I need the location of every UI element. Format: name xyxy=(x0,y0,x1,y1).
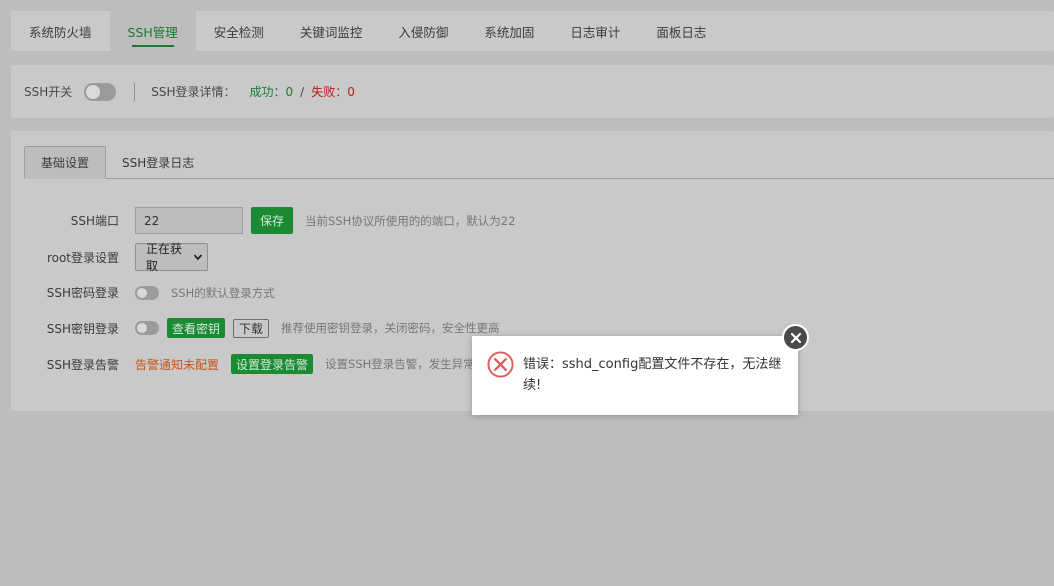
password-login-row: SSH密码登录 SSH的默认登录方式 xyxy=(11,284,275,301)
tab-ssh-management[interactable]: SSH管理 xyxy=(109,11,196,51)
ssh-port-label: SSH端口 xyxy=(70,214,119,228)
login-count-separator: / xyxy=(300,84,305,99)
tab-log-audit[interactable]: 日志审计 xyxy=(552,11,638,51)
key-login-label: SSH密钥登录 xyxy=(46,321,119,336)
subtab-basic-settings[interactable]: 基础设置 xyxy=(24,146,107,179)
ssh-port-row: SSH端口 22 保存 当前SSH协议所使用的的端口，默认为22 xyxy=(11,207,515,234)
top-nav: 系统防火墙 SSH管理 安全检测 关键词监控 入侵防御 系统加固 日志审计 面板… xyxy=(11,11,1054,51)
save-button[interactable]: 保存 xyxy=(251,207,294,234)
ssh-switch-toggle[interactable] xyxy=(84,82,117,101)
set-login-alert-button[interactable]: 设置登录告警 xyxy=(231,354,314,374)
download-key-button[interactable]: 下载 xyxy=(233,318,270,338)
key-login-hint: 推荐使用密钥登录，关闭密码，安全性更高 xyxy=(281,321,500,335)
login-alert-label: SSH登录告警 xyxy=(46,357,119,372)
ssh-switch-label: SSH开关 xyxy=(24,85,73,99)
error-dialog: 错误：sshd_config配置文件不存在，无法继续! xyxy=(472,336,798,415)
tab-intrusion-prevention[interactable]: 入侵防御 xyxy=(380,11,466,51)
tab-security-check[interactable]: 安全检测 xyxy=(196,11,282,51)
settings-subtabs: 基础设置 SSH登录日志 xyxy=(24,146,1054,179)
error-icon xyxy=(487,351,514,378)
login-success-count: 成功：0 xyxy=(249,85,294,99)
password-login-toggle[interactable] xyxy=(135,285,159,300)
divider xyxy=(134,82,136,101)
password-login-label: SSH密码登录 xyxy=(46,286,119,300)
close-icon[interactable] xyxy=(782,324,809,351)
chevron-down-icon xyxy=(193,254,203,261)
ssh-port-hint: 当前SSH协议所使用的的端口，默认为22 xyxy=(305,213,516,228)
tab-firewall[interactable]: 系统防火墙 xyxy=(11,11,110,51)
root-login-row: root登录设置 正在获取 xyxy=(11,242,208,273)
ssh-port-input[interactable]: 22 xyxy=(135,207,243,234)
ssh-status-bar: SSH开关 SSH登录详情： 成功：0 / 失败：0 xyxy=(11,65,1054,118)
tab-system-hardening[interactable]: 系统加固 xyxy=(466,11,552,51)
root-login-label: root登录设置 xyxy=(46,250,119,265)
subtab-ssh-login-log[interactable]: SSH登录日志 xyxy=(106,146,210,178)
key-login-row: SSH密钥登录 查看密钥 下载 推荐使用密钥登录，关闭密码，安全性更高 xyxy=(11,318,500,338)
tab-panel-log[interactable]: 面板日志 xyxy=(638,11,724,51)
tab-keyword-monitor[interactable]: 关键词监控 xyxy=(282,11,381,51)
login-fail-count: 失败：0 xyxy=(311,85,355,99)
error-message: 错误：sshd_config配置文件不存在，无法继续! xyxy=(523,357,782,393)
alert-status-text: 告警通知未配置 xyxy=(135,357,220,372)
login-alert-row: SSH登录告警 告警通知未配置 设置登录告警 设置SSH登录告警，发生异常登录 xyxy=(11,354,498,374)
key-login-toggle[interactable] xyxy=(135,321,159,335)
root-login-select[interactable]: 正在获取 xyxy=(135,242,208,273)
password-login-hint: SSH的默认登录方式 xyxy=(171,285,275,300)
root-login-selected: 正在获取 xyxy=(146,242,183,273)
view-key-button[interactable]: 查看密钥 xyxy=(167,318,226,338)
login-detail-label: SSH登录详情： xyxy=(151,85,236,99)
